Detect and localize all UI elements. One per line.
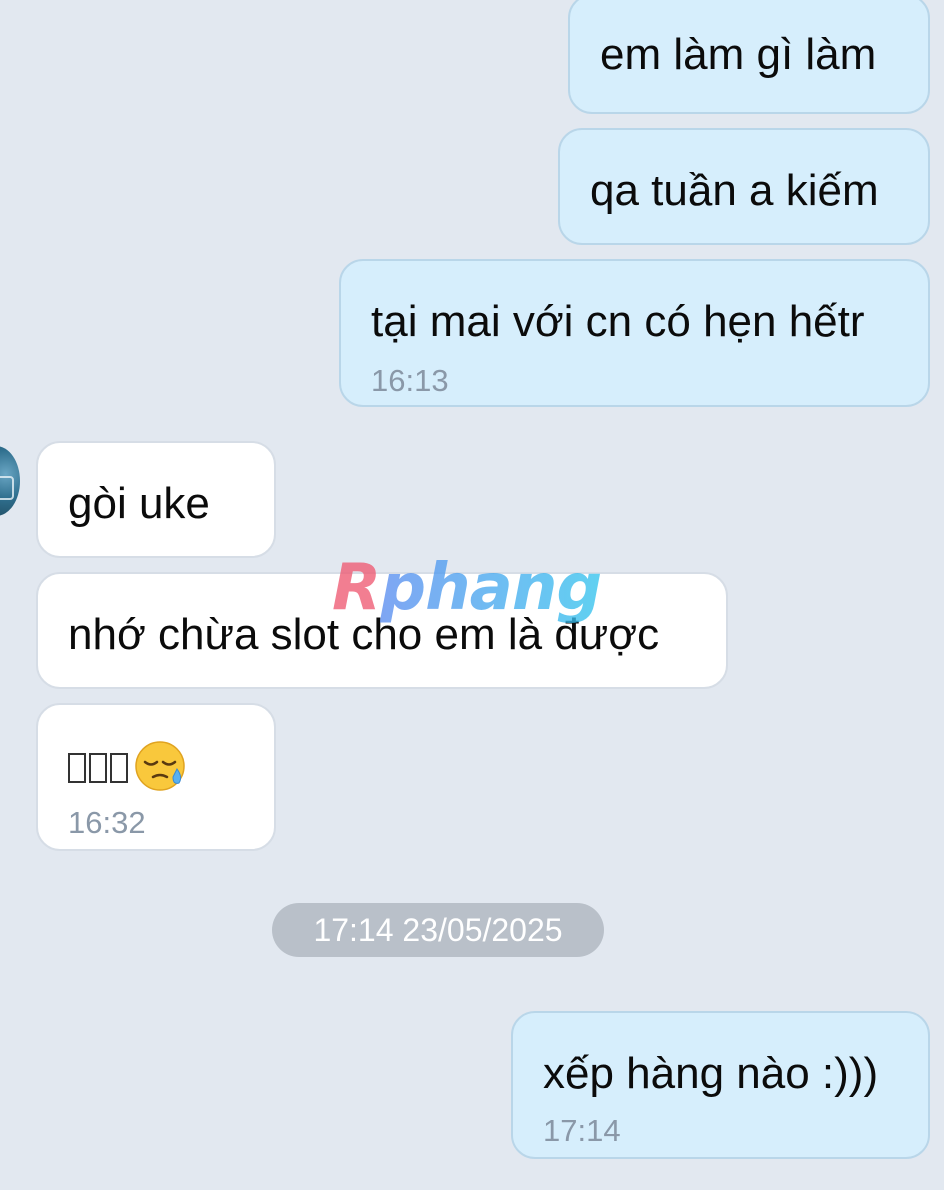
missing-glyph-box xyxy=(89,753,107,783)
message-text: qa tuần a kiếm xyxy=(590,166,879,215)
message-text xyxy=(68,739,187,793)
date-separator: 17:14 23/05/2025 xyxy=(272,903,604,957)
message-timestamp: 16:13 xyxy=(371,363,449,398)
message-bubble-outgoing[interactable]: tại mai với cn có hẹn hếtr 16:13 xyxy=(339,259,930,407)
missing-glyph-box xyxy=(110,753,128,783)
message-text: gòi uke xyxy=(68,479,210,528)
message-bubble-outgoing[interactable]: xếp hàng nào :))) 17:14 xyxy=(511,1011,930,1159)
contact-avatar[interactable] xyxy=(0,446,20,516)
rphang-watermark-logo: Rphang xyxy=(332,551,602,625)
message-bubble-incoming[interactable]: gòi uke xyxy=(36,441,276,558)
sleepy-face-emoji-icon xyxy=(135,741,185,791)
missing-glyph-box xyxy=(68,753,86,783)
message-timestamp: 17:14 xyxy=(543,1113,621,1148)
message-text: xếp hàng nào :))) xyxy=(543,1049,879,1098)
message-bubble-outgoing[interactable]: em làm gì làm xyxy=(568,0,930,114)
message-bubble-outgoing[interactable]: qa tuần a kiếm xyxy=(558,128,930,245)
message-timestamp: 16:32 xyxy=(68,805,146,840)
message-text: em làm gì làm xyxy=(600,30,877,79)
message-bubble-incoming[interactable]: 16:32 xyxy=(36,703,276,851)
message-text: tại mai với cn có hẹn hếtr xyxy=(371,297,865,346)
